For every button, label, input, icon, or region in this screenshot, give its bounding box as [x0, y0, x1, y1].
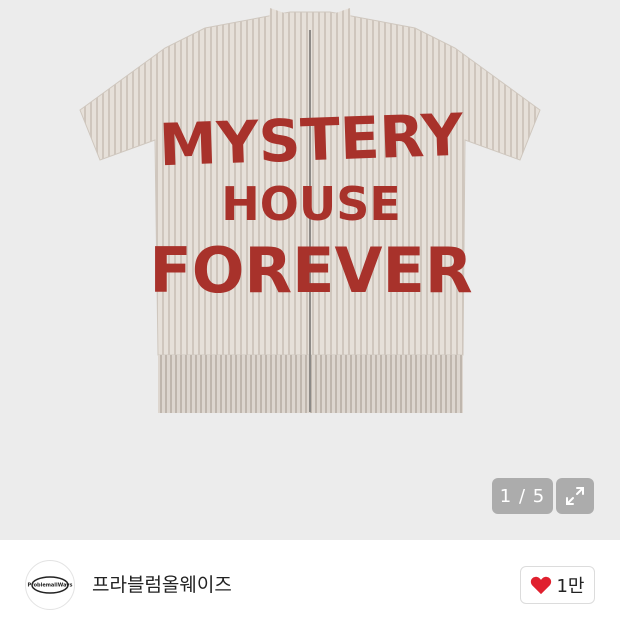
like-button[interactable]: 1만	[520, 566, 595, 604]
product-image-gallery[interactable]: MYSTERY HOUSE FOREVER 1 / 5	[0, 0, 620, 540]
seller-name[interactable]: 프라블럼올웨이즈	[92, 570, 232, 597]
seller-logo: ProblemallWays	[27, 576, 73, 594]
expand-icon	[566, 487, 584, 505]
heart-icon	[531, 576, 552, 595]
expand-button[interactable]	[556, 478, 594, 514]
print-line-1: MYSTERY	[158, 101, 465, 180]
product-image: MYSTERY HOUSE FOREVER	[79, 8, 541, 413]
print-line-3: FOREVER	[149, 234, 472, 307]
image-counter: 1 / 5	[492, 478, 553, 514]
like-count: 1만	[556, 576, 585, 597]
print-line-2: HOUSE	[221, 177, 401, 231]
seller-avatar[interactable]: ProblemallWays	[25, 560, 75, 610]
seller-logo-text: ProblemallWays	[27, 583, 72, 589]
